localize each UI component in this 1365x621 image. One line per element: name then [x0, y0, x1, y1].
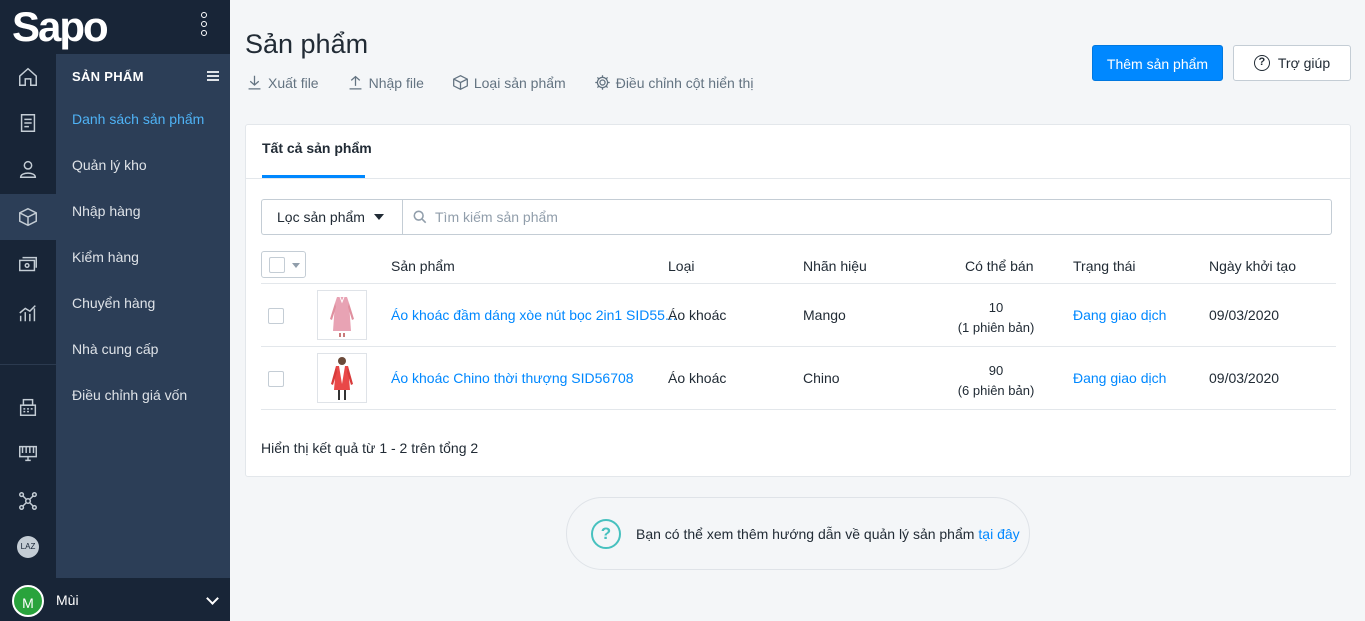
page-title: Sản phẩm [245, 29, 369, 59]
user-name: Mùi [56, 592, 79, 608]
menu-icon[interactable] [207, 71, 219, 83]
product-types-action[interactable]: Loại sản phẩm [452, 74, 566, 91]
column-header-available[interactable]: Có thể bán [965, 258, 1034, 274]
sapo-logo[interactable]: Sapo [12, 4, 109, 50]
cashbook-icon[interactable] [0, 242, 56, 288]
subnav-item-transfer[interactable]: Chuyển hàng [72, 295, 155, 311]
adjust-columns-label: Điều chỉnh cột hiển thị [615, 74, 754, 91]
table-row[interactable]: Áo khoác đầm dáng xòe nút bọc 2in1 SID55… [261, 284, 1336, 346]
search-icon [413, 210, 427, 224]
pink-dress-image [330, 296, 354, 337]
column-header-status[interactable]: Trạng thái [1073, 258, 1136, 274]
adjust-columns-action[interactable]: Điều chỉnh cột hiển thị [594, 74, 754, 91]
filter-dropdown[interactable]: Lọc sản phẩm [261, 199, 403, 235]
logo-area: Sapo [0, 0, 230, 54]
rail-divider [0, 364, 56, 365]
product-status: Đang giao dịch [1073, 307, 1167, 323]
product-list-card: Tất cả sản phẩm Lọc sản phẩm Sản phẩm Lo… [245, 124, 1351, 477]
column-header-product[interactable]: Sản phẩm [391, 258, 455, 274]
product-types-label: Loại sản phẩm [473, 74, 566, 91]
question-icon: ? [1253, 55, 1270, 71]
help-button-label: Trợ giúp [1277, 55, 1331, 71]
report-icon[interactable] [0, 290, 56, 336]
orders-icon[interactable] [0, 100, 56, 146]
select-all-dropdown[interactable] [261, 251, 306, 278]
subnav-item-import[interactable]: Nhập hàng [72, 203, 141, 219]
chevron-down-icon [206, 592, 219, 605]
column-header-created[interactable]: Ngày khởi tạo [1209, 258, 1296, 274]
available-stock: 90 (6 phiên bản) [941, 361, 1051, 401]
help-text: Bạn có thể xem thêm hướng dẫn về quản lý… [636, 526, 1020, 542]
created-date: 09/03/2020 [1209, 370, 1280, 386]
product-type: Áo khoác [668, 307, 727, 323]
subnav-item-inventory[interactable]: Quản lý kho [72, 157, 147, 173]
page-actions: Xuất file Nhập file Loại sản phẩm Điều c… [246, 74, 781, 91]
table-row[interactable]: Áo khoác Chino thời thượng SID56708 Áo k… [261, 347, 1336, 409]
subnav-title: SẢN PHẨM [72, 69, 144, 84]
subnav-item-supplier[interactable]: Nhà cung cấp [72, 341, 158, 357]
red-jacket-image [331, 357, 353, 400]
variant-count: (6 phiên bản) [957, 383, 1035, 398]
more-vertical-icon[interactable] [199, 12, 209, 40]
product-subnav: SẢN PHẨM Danh sách sản phẩm Quản lý kho … [56, 54, 230, 578]
pos-icon[interactable] [0, 384, 56, 430]
caret-down-icon [373, 214, 384, 220]
store-icon[interactable] [0, 430, 56, 476]
subnav-item-cost-adjust[interactable]: Điều chỉnh giá vốn [72, 387, 187, 403]
box-icon [452, 74, 468, 91]
search-input[interactable] [435, 209, 1315, 225]
variant-count: (1 phiên bản) [957, 320, 1035, 335]
import-file-label: Nhập file [368, 74, 424, 91]
pagination-summary: Hiển thị kết quả từ 1 - 2 trên tổng 2 [261, 440, 479, 456]
product-brand: Chino [803, 370, 840, 386]
product-name-link[interactable]: Áo khoác đầm dáng xòe nút bọc 2in1 SID55… [391, 307, 677, 323]
product-thumbnail[interactable] [317, 290, 367, 340]
network-icon[interactable] [0, 478, 56, 524]
avatar: M [12, 585, 44, 617]
help-banner: ? Bạn có thể xem thêm hướng dẫn về quản … [566, 497, 1030, 570]
tab-all-products[interactable]: Tất cả sản phẩm [262, 140, 372, 156]
help-link[interactable]: tại đây [978, 526, 1019, 542]
search-box[interactable] [402, 199, 1332, 235]
subnav-item-product-list[interactable]: Danh sách sản phẩm [72, 111, 204, 127]
upload-icon [349, 75, 362, 90]
export-file-action[interactable]: Xuất file [246, 74, 319, 91]
row-checkbox[interactable] [268, 371, 284, 387]
product-thumbnail[interactable] [317, 353, 367, 403]
created-date: 09/03/2020 [1209, 307, 1280, 323]
product-type: Áo khoác [668, 370, 727, 386]
home-icon[interactable] [0, 54, 56, 100]
tab-divider [246, 178, 1350, 179]
column-header-type[interactable]: Loại [668, 258, 694, 274]
help-button[interactable]: ? Trợ giúp [1233, 45, 1351, 81]
select-all-checkbox[interactable] [269, 257, 285, 273]
product-icon[interactable] [0, 194, 56, 240]
column-header-brand[interactable]: Nhãn hiệu [803, 258, 867, 274]
question-circle-icon: ? [591, 518, 621, 549]
import-file-action[interactable]: Nhập file [347, 74, 424, 91]
caret-down-icon [292, 263, 300, 268]
product-brand: Mango [803, 307, 846, 323]
product-name-link[interactable]: Áo khoác Chino thời thượng SID56708 [391, 370, 634, 386]
help-message: Bạn có thể xem thêm hướng dẫn về quản lý… [636, 525, 975, 542]
product-status: Đang giao dịch [1073, 370, 1167, 386]
available-stock: 10 (1 phiên bản) [941, 298, 1051, 338]
lazada-icon[interactable]: LAZ [0, 524, 56, 570]
export-file-label: Xuất file [268, 74, 319, 91]
row-checkbox[interactable] [268, 308, 284, 324]
lazada-badge: LAZ [17, 536, 39, 558]
customer-icon[interactable] [0, 146, 56, 192]
subnav-item-stocktake[interactable]: Kiểm hàng [72, 249, 139, 265]
row-divider [261, 409, 1336, 410]
download-icon [248, 75, 261, 90]
gear-icon [594, 75, 610, 90]
stock-quantity: 10 [988, 300, 1004, 315]
add-product-button[interactable]: Thêm sản phẩm [1092, 45, 1223, 81]
user-menu[interactable]: M Mùi [0, 578, 230, 621]
stock-quantity: 90 [988, 363, 1004, 378]
filter-label: Lọc sản phẩm [277, 209, 365, 225]
